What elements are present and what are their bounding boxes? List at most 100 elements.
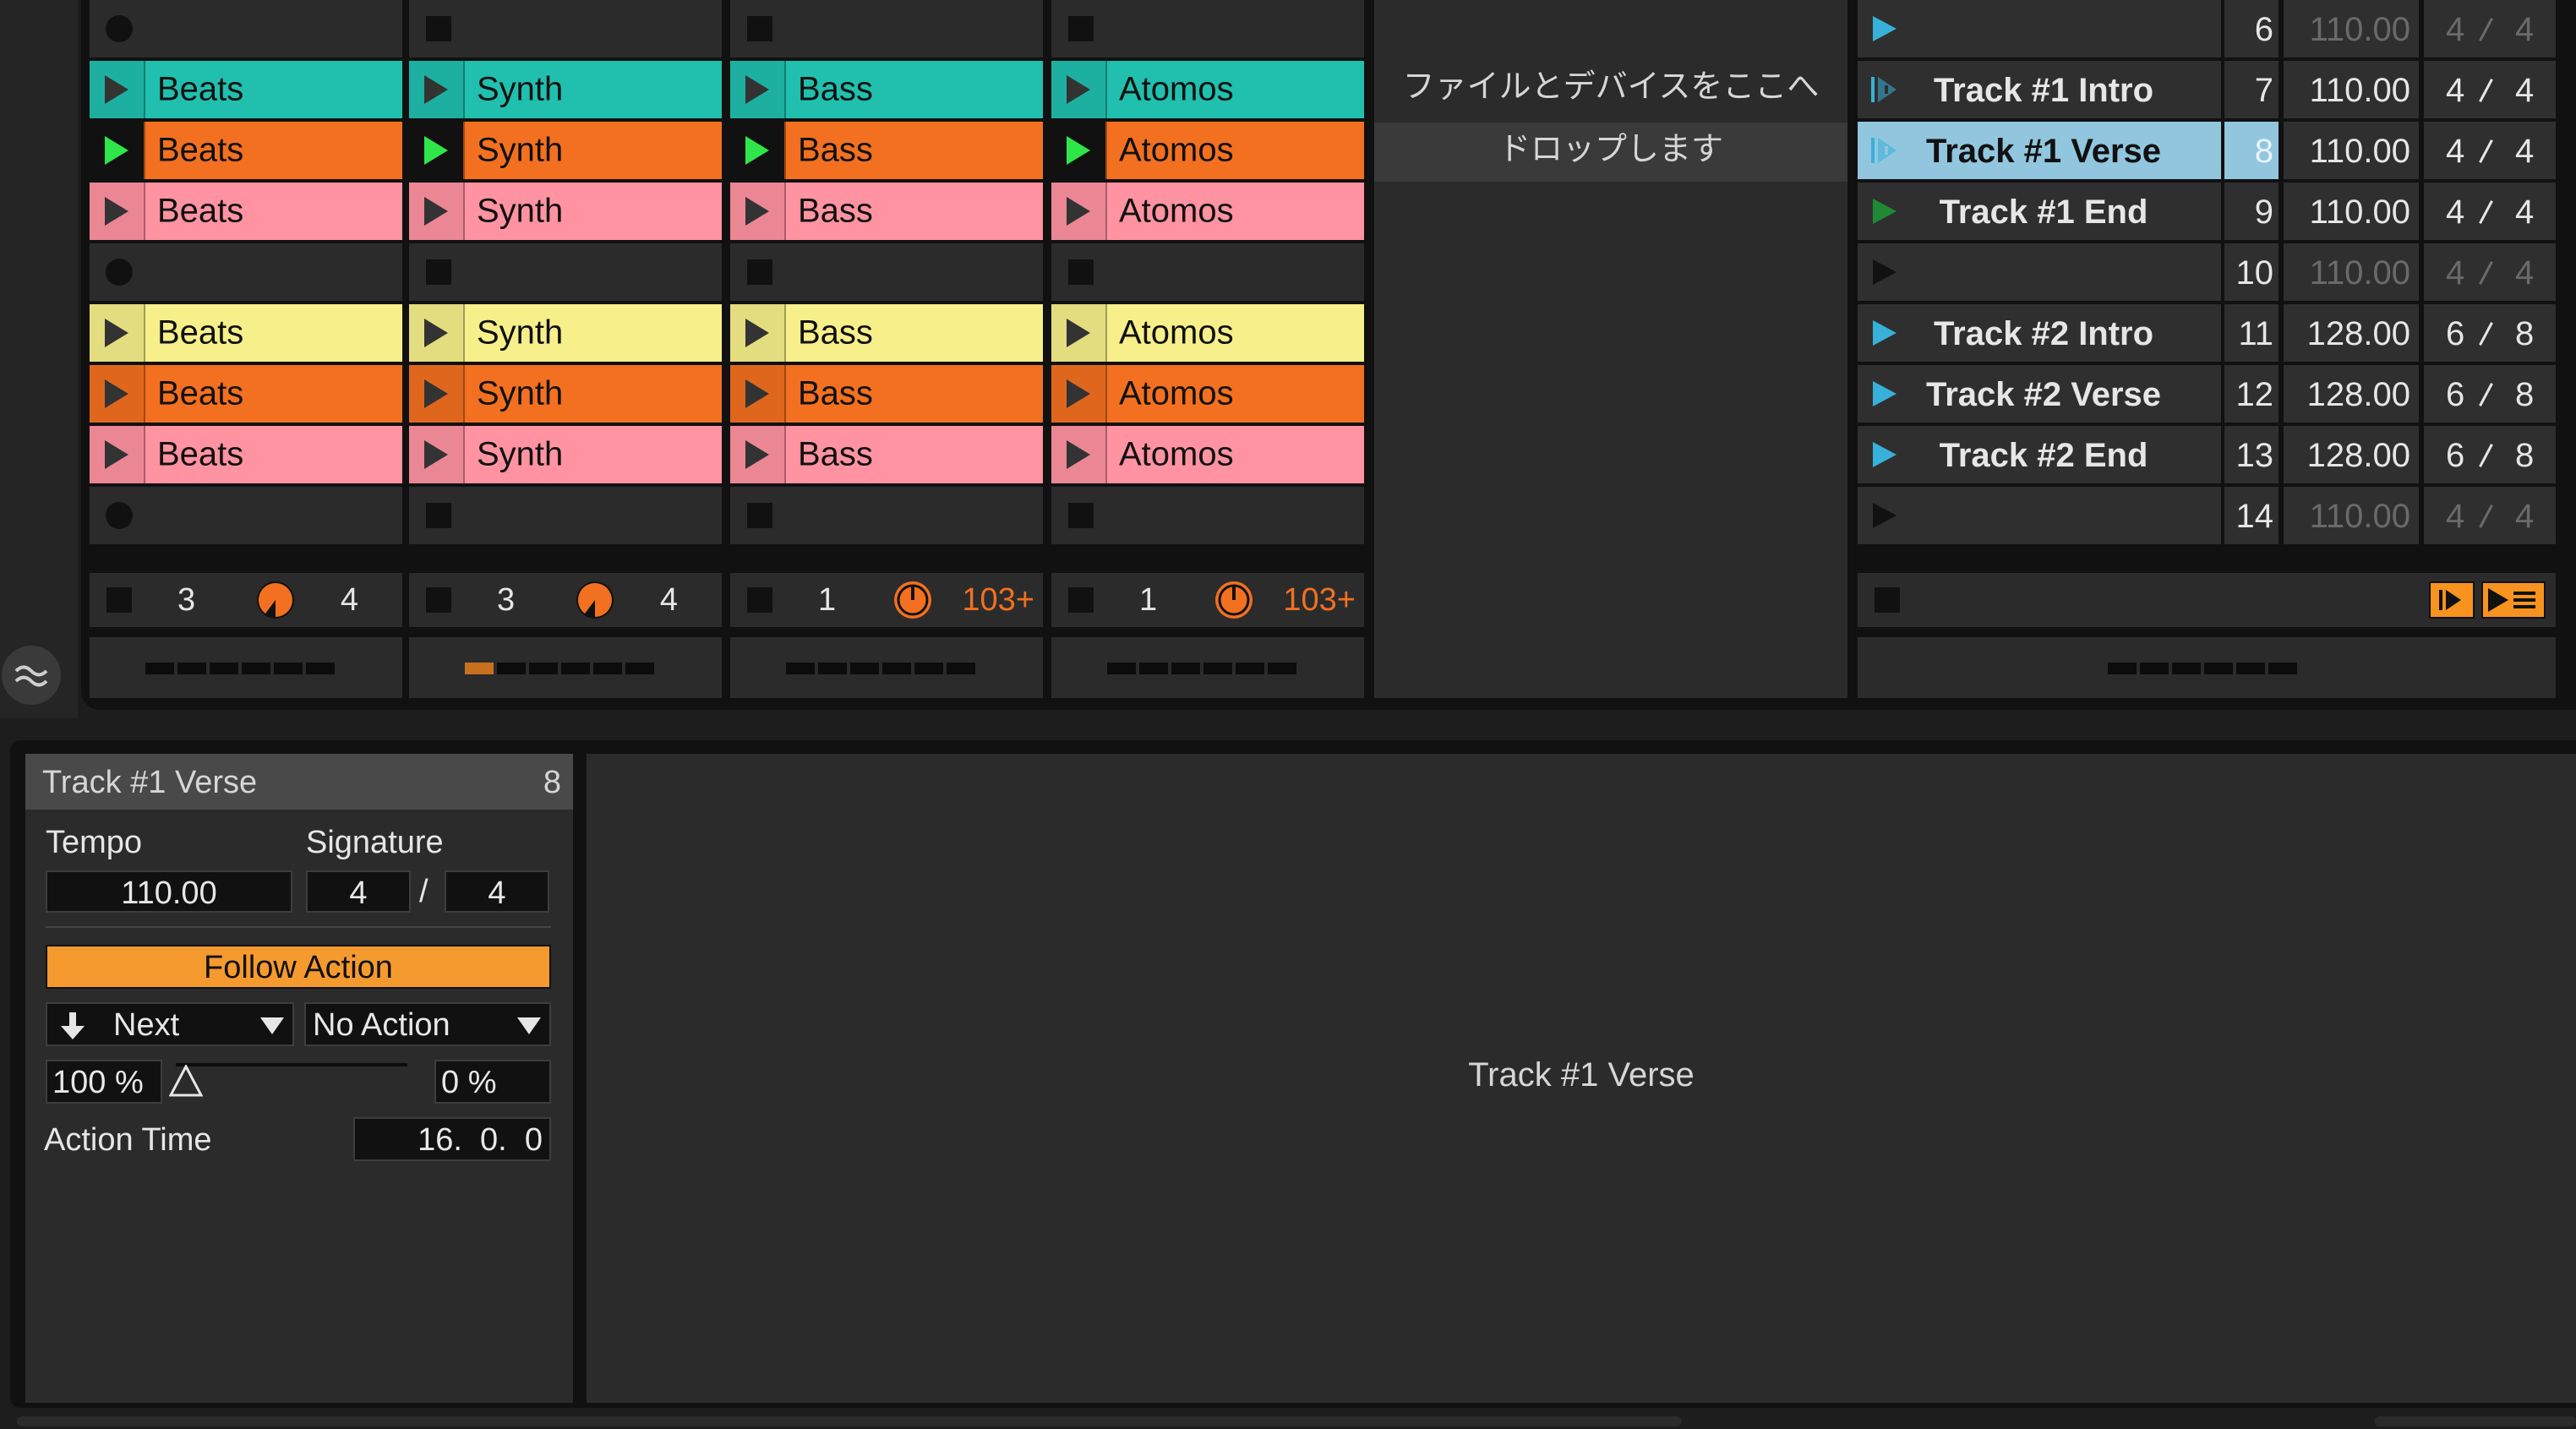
scene-tempo-cell[interactable]: 128.00 [2284,304,2419,362]
clip[interactable]: Atomos [1051,365,1364,423]
scene-name-cell[interactable]: Track #1 Verse [1858,122,2221,179]
clip[interactable]: Beats [90,365,402,423]
scene-name-cell[interactable] [1858,0,2221,57]
scene-row[interactable]: Track #2 Verse 12 128.00 6 8 [1858,365,2556,423]
scene-signature-cell[interactable]: 44 [2424,0,2556,57]
clip-launch-button[interactable] [409,304,463,362]
action-a-dropdown[interactable]: Next [46,1002,294,1046]
clip[interactable]: Atomos [1051,183,1364,240]
clip[interactable]: Bass [730,183,1043,240]
scene-launch-icon[interactable] [1869,258,1903,286]
clip[interactable]: Bass [730,61,1043,118]
clip[interactable]: Bass [730,304,1043,362]
clip[interactable]: Atomos [1051,122,1364,179]
scrollbar-thumb-right[interactable] [2375,1416,2576,1426]
clip-launch-button[interactable] [409,122,463,179]
stop-button[interactable] [747,16,772,41]
sig-den-field[interactable]: 4 [445,870,549,913]
scene-launch-icon[interactable] [1869,14,1903,43]
clip-slot-empty[interactable] [409,243,722,301]
clip-slot-empty[interactable] [730,0,1043,57]
clip-slot-empty[interactable] [409,487,722,544]
chance-slider-track[interactable] [176,1063,407,1066]
clip[interactable]: Beats [90,426,402,483]
clip-slot-empty[interactable] [90,0,402,57]
tempo-field[interactable]: 110.00 [46,870,292,913]
chance-b-field[interactable]: 0 % [434,1060,551,1104]
scene-tempo-cell[interactable]: 110.00 [2284,183,2419,240]
clip-launch-button[interactable] [90,304,144,362]
scene-row[interactable]: Track #1 Intro 7 110.00 4 4 [1858,61,2556,118]
knob-icon[interactable] [892,580,933,620]
clip-launch-button[interactable] [1051,365,1105,423]
chance-a-field[interactable]: 100 % [46,1060,162,1104]
clip-launch-button[interactable] [730,365,784,423]
stop-button[interactable] [747,503,772,528]
clip[interactable]: Bass [730,122,1043,179]
stop-button[interactable] [747,259,772,285]
scene-name-cell[interactable]: Track #2 End [1858,426,2221,483]
stop-button[interactable] [1068,503,1094,528]
clip-launch-button[interactable] [730,426,784,483]
scene-row[interactable]: Track #2 End 13 128.00 6 8 [1858,426,2556,483]
scene-signature-cell[interactable]: 44 [2424,61,2556,118]
clip[interactable]: Beats [90,122,402,179]
clip[interactable]: Beats [90,61,402,118]
scene-tempo-cell[interactable]: 110.00 [2284,243,2419,301]
scene-row[interactable]: Track #1 Verse 8 110.00 4 4 [1858,122,2556,179]
knob-icon[interactable] [575,580,615,620]
clip[interactable]: Bass [730,426,1043,483]
clip[interactable]: Bass [730,365,1043,423]
stop-button[interactable] [1068,259,1094,285]
scene-tempo-cell[interactable]: 110.00 [2284,61,2419,118]
clip-slot-empty[interactable] [730,487,1043,544]
scrollbar-thumb[interactable] [17,1416,1682,1426]
action-b-dropdown[interactable]: No Action [304,1002,551,1046]
scene-row[interactable]: Track #1 End 9 110.00 4 4 [1858,183,2556,240]
scene-signature-cell[interactable]: 68 [2424,365,2556,423]
clip-launch-button[interactable] [90,426,144,483]
clip-slot-empty[interactable] [409,0,722,57]
track-stop-button[interactable] [106,587,132,613]
scene-row[interactable]: Track #2 Intro 11 128.00 6 8 [1858,304,2556,362]
drop-zone[interactable]: ファイルとデバイスをここへ ドロップします [1374,0,1847,698]
clip-launch-button[interactable] [90,365,144,423]
stop-button[interactable] [426,16,451,41]
clip-launch-button[interactable] [730,183,784,240]
stop-button[interactable] [426,259,451,285]
record-button[interactable] [106,502,133,529]
track-stop-button[interactable] [426,587,451,613]
scene-signature-cell[interactable]: 68 [2424,426,2556,483]
scene-tempo-cell[interactable]: 110.00 [2284,0,2419,57]
clip-launch-button[interactable] [730,122,784,179]
scene-tempo-cell[interactable]: 110.00 [2284,122,2419,179]
master-stop-button[interactable] [1875,587,1900,613]
follow-action-toggle[interactable]: Follow Action [46,945,551,989]
record-button[interactable] [106,259,133,286]
sig-num-field[interactable]: 4 [306,870,411,913]
clip-launch-button[interactable] [1051,426,1105,483]
clip-launch-button[interactable] [409,183,463,240]
clip-slot-empty[interactable] [1051,0,1364,57]
clip-slot-empty[interactable] [1051,243,1364,301]
record-button[interactable] [106,15,133,42]
scene-name-cell[interactable] [1858,243,2221,301]
clip[interactable]: Synth [409,183,722,240]
scene-tempo-cell[interactable]: 128.00 [2284,365,2419,423]
clip-slot-empty[interactable] [1051,487,1364,544]
clip[interactable]: Beats [90,183,402,240]
clip[interactable]: Synth [409,365,722,423]
follow-action-icon[interactable] [2429,581,2475,619]
clip-launch-button[interactable] [409,365,463,423]
scene-signature-cell[interactable]: 44 [2424,183,2556,240]
clip-launch-button[interactable] [409,61,463,118]
scene-name-cell[interactable] [1858,487,2221,544]
scene-signature-cell[interactable]: 44 [2424,487,2556,544]
track-stop-button[interactable] [1068,587,1094,613]
scene-signature-cell[interactable]: 68 [2424,304,2556,362]
clip-launch-button[interactable] [1051,61,1105,118]
clip-launch-button[interactable] [1051,122,1105,179]
wave-toggle-icon[interactable] [2,646,61,705]
scene-row[interactable]: 6 110.00 4 4 [1858,0,2556,57]
scene-name-cell[interactable]: Track #2 Verse [1858,365,2221,423]
